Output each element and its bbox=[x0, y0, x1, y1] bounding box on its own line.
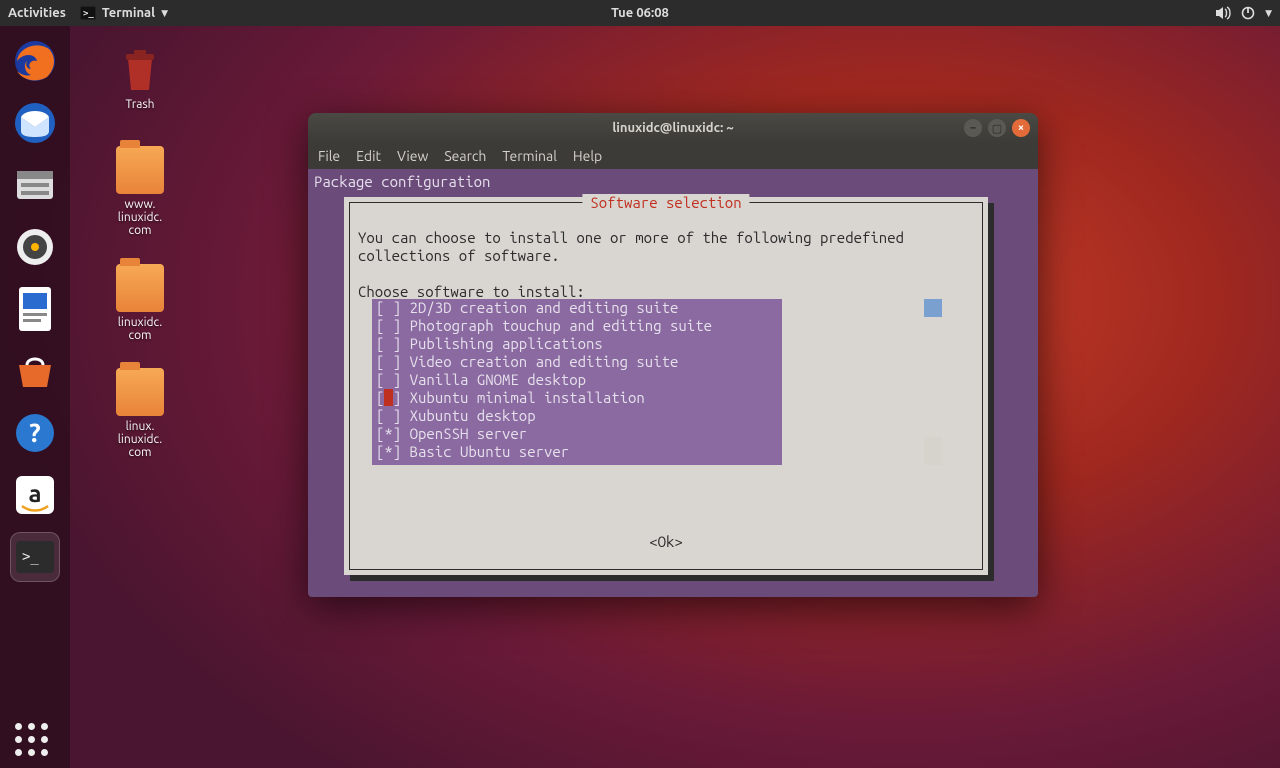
svg-text:>_: >_ bbox=[22, 549, 39, 565]
dock-terminal[interactable]: >_ bbox=[10, 532, 60, 582]
software-option[interactable]: [ ] Xubuntu desktop bbox=[376, 407, 778, 425]
desktop-trash[interactable]: Trash bbox=[95, 46, 185, 111]
clock[interactable]: Tue 06:08 bbox=[611, 6, 669, 20]
desktop-folder-linuxidc[interactable]: linuxidc. com bbox=[95, 264, 185, 342]
dock-firefox[interactable] bbox=[10, 36, 60, 86]
dock-amazon[interactable]: a bbox=[10, 470, 60, 520]
system-status-area[interactable]: ▼ bbox=[1215, 6, 1272, 20]
app-menu-terminal[interactable]: >_ Terminal ▼ bbox=[80, 6, 168, 20]
chevron-down-icon: ▼ bbox=[1265, 8, 1272, 19]
dialog-desc-line2: collections of software. bbox=[358, 247, 560, 264]
svg-text:?: ? bbox=[29, 418, 40, 447]
software-option[interactable]: [ ] 2D/3D creation and editing suite bbox=[376, 299, 778, 317]
icon-label: Trash bbox=[95, 98, 185, 111]
software-option[interactable]: [█] Xubuntu minimal installation bbox=[376, 389, 778, 407]
window-close-button[interactable]: × bbox=[1012, 119, 1030, 137]
icon-label: linuxidc. com bbox=[95, 316, 185, 342]
tasksel-dialog: Software selection You can choose to ins… bbox=[344, 197, 988, 575]
package-config-header: Package configuration bbox=[314, 173, 1032, 191]
software-option[interactable]: [ ] Video creation and editing suite bbox=[376, 353, 778, 371]
terminal-window: linuxidc@linuxidc: ~ – ▢ × File Edit Vie… bbox=[308, 113, 1038, 597]
desktop-folder-www[interactable]: www. linuxidc. com bbox=[95, 146, 185, 237]
dialog-prompt: Choose software to install: bbox=[358, 283, 585, 300]
rhythmbox-icon bbox=[13, 225, 57, 269]
software-option[interactable]: [*] OpenSSH server bbox=[376, 425, 778, 443]
icon-label: linux. linuxidc. com bbox=[95, 420, 185, 459]
folder-icon bbox=[116, 146, 164, 194]
svg-text:>_: >_ bbox=[83, 9, 94, 19]
window-maximize-button[interactable]: ▢ bbox=[988, 119, 1006, 137]
folder-icon bbox=[116, 368, 164, 416]
svg-text:a: a bbox=[28, 480, 41, 507]
icon-label: www. linuxidc. com bbox=[95, 198, 185, 237]
dock-rhythmbox[interactable] bbox=[10, 222, 60, 272]
help-icon: ? bbox=[14, 412, 56, 454]
dock-writer[interactable] bbox=[10, 284, 60, 334]
show-applications-button[interactable] bbox=[15, 723, 48, 756]
window-minimize-button[interactable]: – bbox=[964, 119, 982, 137]
amazon-icon: a bbox=[14, 474, 56, 516]
software-option[interactable]: [*] Basic Ubuntu server bbox=[376, 443, 778, 461]
dock: ? a >_ bbox=[0, 26, 70, 768]
menu-file[interactable]: File bbox=[318, 148, 340, 164]
thunderbird-icon bbox=[13, 101, 57, 145]
software-option[interactable]: [ ] Publishing applications bbox=[376, 335, 778, 353]
dock-help[interactable]: ? bbox=[10, 408, 60, 458]
writer-icon bbox=[15, 285, 55, 333]
app-menu-label: Terminal bbox=[102, 6, 155, 20]
options-scrollbar[interactable] bbox=[924, 299, 942, 465]
menu-search[interactable]: Search bbox=[444, 148, 486, 164]
volume-icon bbox=[1215, 6, 1231, 20]
trash-icon bbox=[116, 46, 164, 94]
dialog-desc-line1: You can choose to install one or more of… bbox=[358, 229, 904, 246]
dock-thunderbird[interactable] bbox=[10, 98, 60, 148]
gnome-top-bar: Activities >_ Terminal ▼ Tue 06:08 ▼ bbox=[0, 0, 1280, 26]
menu-view[interactable]: View bbox=[397, 148, 428, 164]
terminal-body[interactable]: Package configuration Software selection… bbox=[308, 169, 1038, 597]
menu-help[interactable]: Help bbox=[573, 148, 602, 164]
menu-edit[interactable]: Edit bbox=[356, 148, 381, 164]
terminal-icon: >_ bbox=[80, 6, 96, 20]
software-icon bbox=[13, 351, 57, 391]
terminal-icon: >_ bbox=[14, 539, 56, 575]
terminal-menubar: File Edit View Search Terminal Help bbox=[308, 143, 1038, 169]
chevron-down-icon: ▼ bbox=[161, 8, 168, 19]
firefox-icon bbox=[13, 39, 57, 83]
folder-icon bbox=[116, 264, 164, 312]
power-icon bbox=[1241, 6, 1255, 20]
window-title: linuxidc@linuxidc: ~ bbox=[612, 121, 733, 135]
software-options-list[interactable]: [ ] 2D/3D creation and editing suite[ ] … bbox=[372, 299, 782, 465]
menu-terminal[interactable]: Terminal bbox=[502, 148, 557, 164]
activities-button[interactable]: Activities bbox=[8, 6, 66, 20]
desktop-folder-linux[interactable]: linux. linuxidc. com bbox=[95, 368, 185, 459]
dock-software[interactable] bbox=[10, 346, 60, 396]
software-option[interactable]: [ ] Photograph touchup and editing suite bbox=[376, 317, 778, 335]
software-option[interactable]: [ ] Vanilla GNOME desktop bbox=[376, 371, 778, 389]
ok-button[interactable]: <Ok> bbox=[649, 533, 683, 551]
dialog-title: Software selection bbox=[582, 194, 749, 212]
files-icon bbox=[13, 165, 57, 205]
dock-files[interactable] bbox=[10, 160, 60, 210]
window-titlebar[interactable]: linuxidc@linuxidc: ~ – ▢ × bbox=[308, 113, 1038, 143]
